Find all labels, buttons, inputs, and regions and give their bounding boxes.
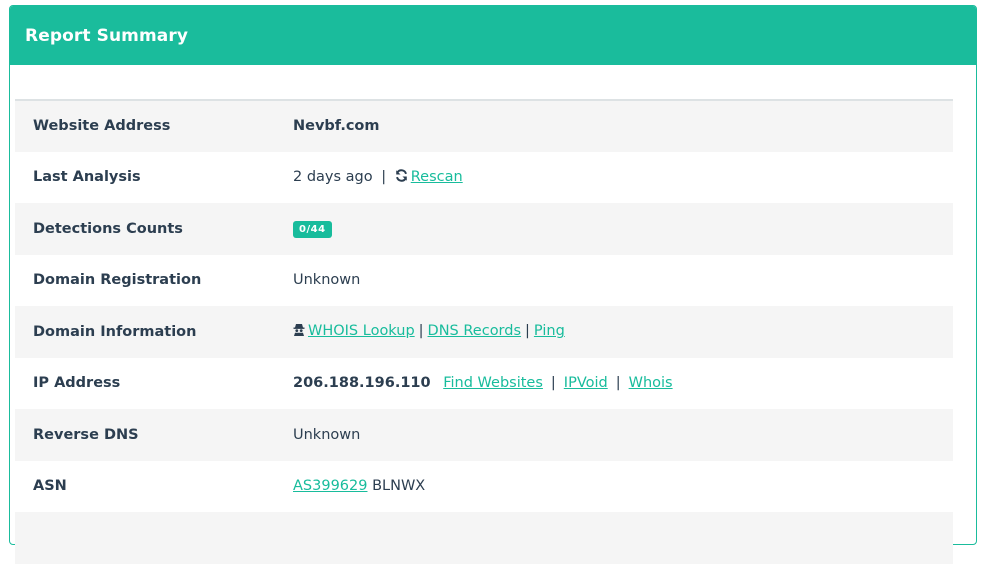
report-table: Website Address Nevbf.com Last Analysis … bbox=[15, 99, 953, 564]
detections-label: Detections Counts bbox=[15, 203, 293, 255]
detections-cell: 0/44 bbox=[293, 203, 953, 255]
row-partial bbox=[15, 512, 953, 564]
separator: | bbox=[381, 168, 387, 185]
report-table-wrapper: Website Address Nevbf.com Last Analysis … bbox=[15, 99, 953, 564]
partial-value bbox=[293, 512, 953, 564]
last-analysis-value: 2 days ago bbox=[293, 168, 373, 185]
separator: | bbox=[418, 323, 424, 340]
separator: | bbox=[525, 323, 530, 340]
dns-records-link[interactable]: DNS Records bbox=[428, 323, 521, 339]
ping-link[interactable]: Ping bbox=[534, 323, 565, 339]
reverse-dns-label: Reverse DNS bbox=[15, 409, 293, 461]
row-domain-information: Domain Information WHOIS Lookup | DNS Reco… bbox=[15, 306, 953, 358]
last-analysis-cell: 2 days ago | Rescan bbox=[293, 152, 953, 204]
row-asn: ASN AS399629 BLNWX bbox=[15, 461, 953, 513]
row-domain-registration: Domain Registration Unknown bbox=[15, 255, 953, 307]
domain-information-label: Domain Information bbox=[15, 306, 293, 358]
ip-address-cell: 206.188.196.110 Find Websites | IPVoid | Who… bbox=[293, 358, 953, 410]
panel-heading: Report Summary bbox=[10, 6, 976, 65]
row-last-analysis: Last Analysis 2 days ago | Rescan bbox=[15, 152, 953, 204]
domain-information-cell: WHOIS Lookup | DNS Records | Ping bbox=[293, 306, 953, 358]
separator: | bbox=[550, 375, 556, 392]
whois-link[interactable]: Whois bbox=[629, 375, 673, 391]
asn-cell: AS399629 BLNWX bbox=[293, 461, 953, 513]
asn-name: BLNWX bbox=[372, 478, 426, 495]
ip-address-value: 206.188.196.110 bbox=[293, 375, 431, 392]
find-websites-link[interactable]: Find Websites bbox=[443, 375, 543, 391]
asn-label: ASN bbox=[33, 478, 67, 495]
last-analysis-label: Last Analysis bbox=[33, 169, 141, 186]
panel-title: Report Summary bbox=[25, 25, 189, 46]
website-address-label: Website Address bbox=[15, 100, 293, 152]
domain-registration-label: Domain Registration bbox=[33, 272, 202, 289]
row-ip-address: IP Address 206.188.196.110 Find Websites… bbox=[15, 358, 953, 410]
separator: | bbox=[615, 375, 621, 392]
spy-icon bbox=[293, 323, 305, 340]
reverse-dns-value: Unknown bbox=[293, 409, 953, 461]
row-website-address: Website Address Nevbf.com bbox=[15, 100, 953, 152]
ip-address-label: IP Address bbox=[33, 375, 121, 392]
partial-label bbox=[15, 512, 293, 564]
asn-link[interactable]: AS399629 bbox=[293, 478, 367, 494]
domain-registration-value: Unknown bbox=[293, 272, 361, 289]
detections-badge: 0/44 bbox=[293, 220, 332, 238]
row-reverse-dns: Reverse DNS Unknown bbox=[15, 409, 953, 461]
website-address-value: Nevbf.com bbox=[293, 100, 953, 152]
ipvoid-link[interactable]: IPVoid bbox=[564, 375, 608, 391]
row-detections: Detections Counts 0/44 bbox=[15, 203, 953, 255]
whois-lookup-link[interactable]: WHOIS Lookup bbox=[308, 323, 415, 339]
refresh-icon[interactable] bbox=[395, 169, 408, 186]
rescan-link[interactable]: Rescan bbox=[411, 169, 463, 185]
